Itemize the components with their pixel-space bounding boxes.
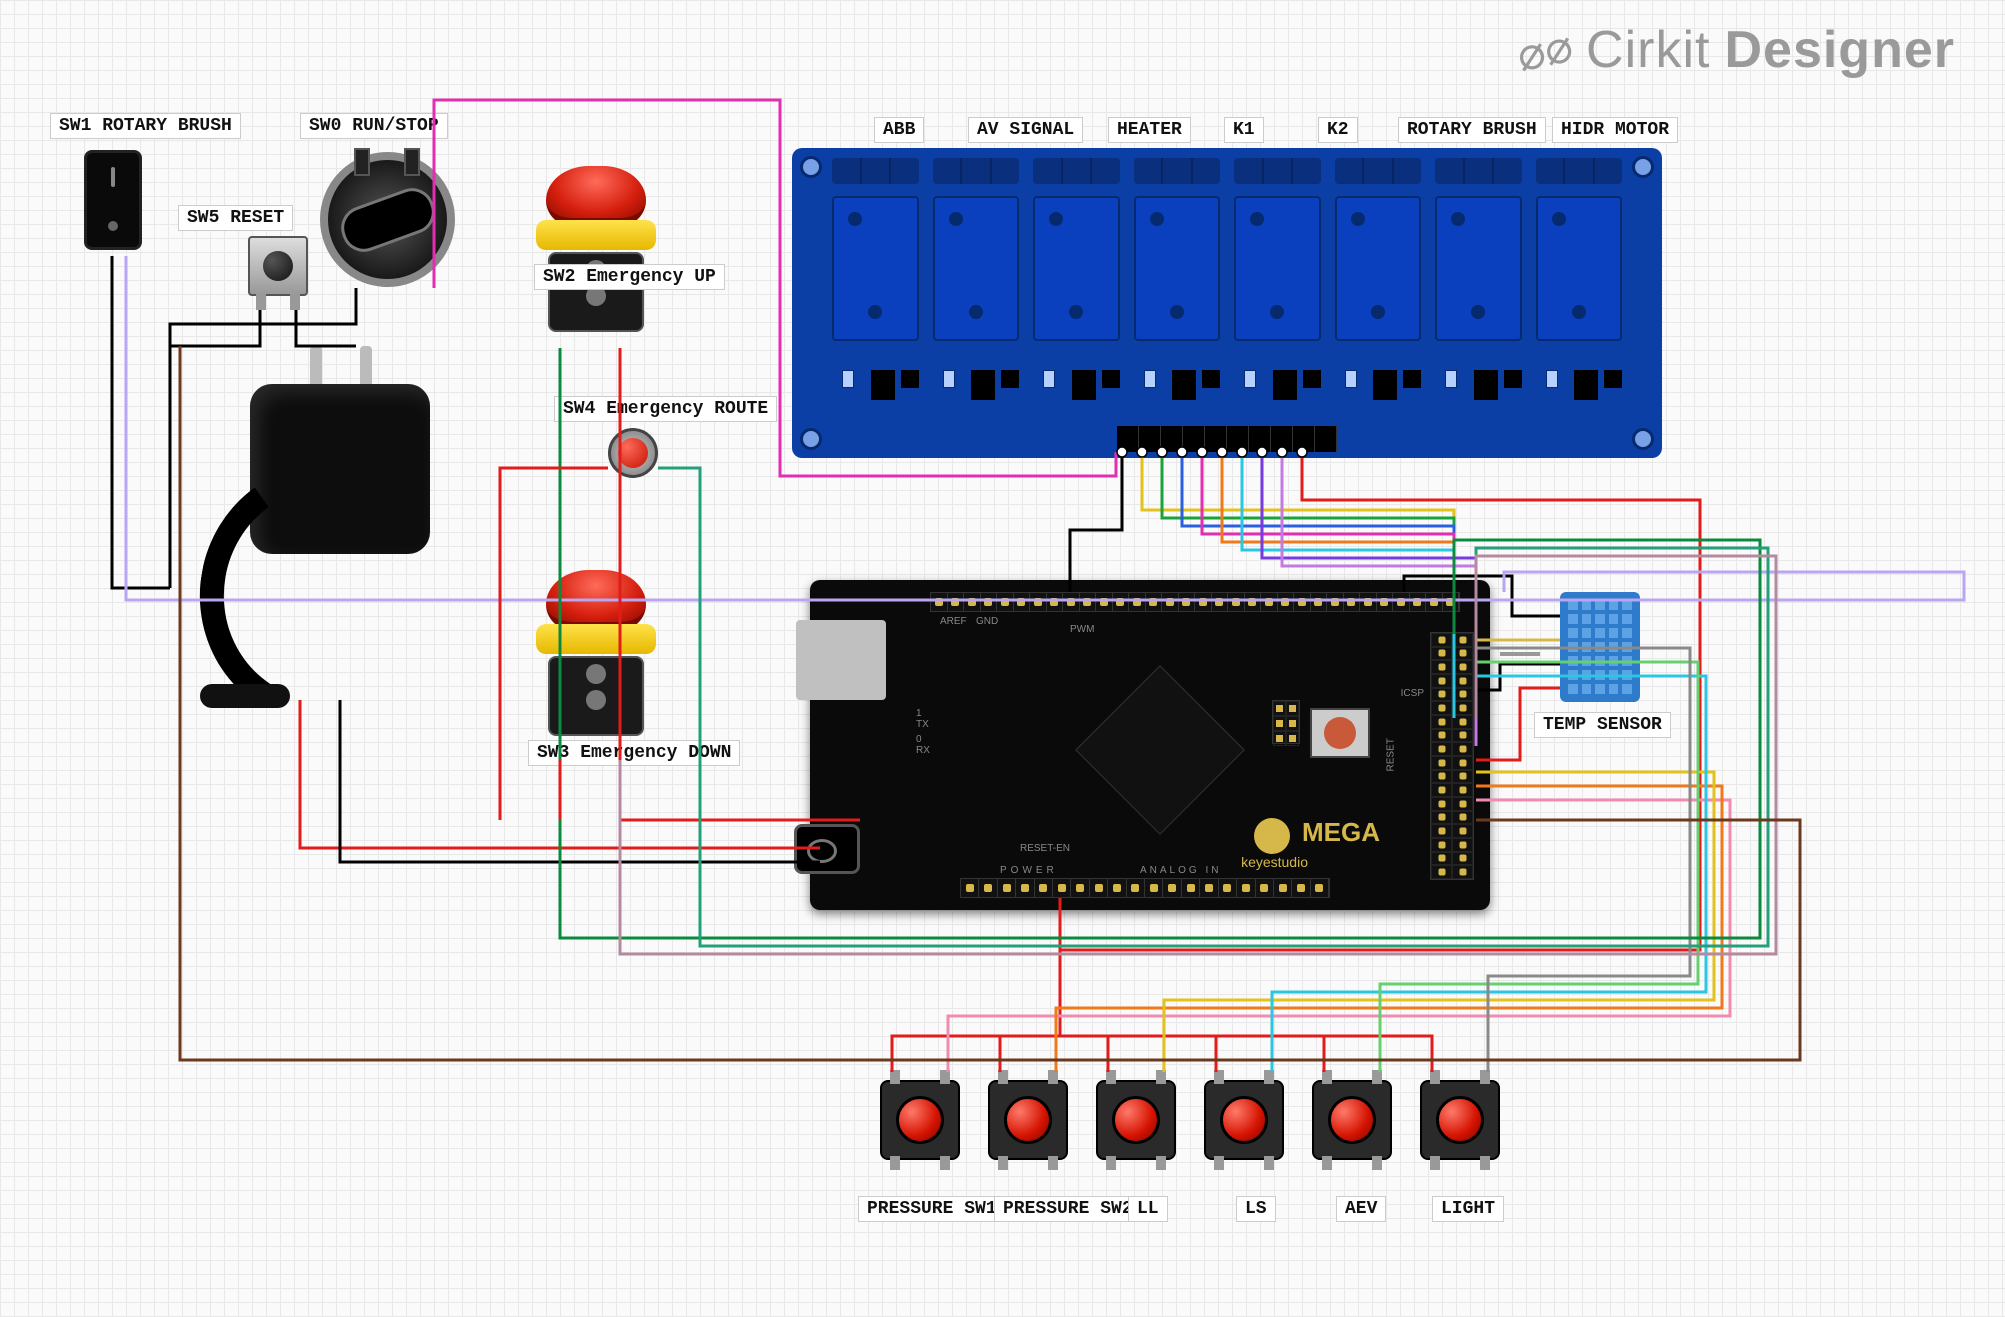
relay-module-8ch[interactable] — [792, 148, 1662, 458]
temp-sensor-dht[interactable] — [1560, 592, 1640, 702]
sw5-reset-button[interactable] — [248, 236, 308, 296]
mega-vendor: keyestudio — [1241, 854, 1308, 870]
brand-name: Cirkit — [1586, 20, 1710, 80]
btn-lbl-2: LL — [1128, 1196, 1168, 1222]
label-sw3: SW3 Emergency DOWN — [528, 740, 740, 766]
reset-button[interactable] — [1310, 708, 1370, 758]
btn-lbl-1: PRESSURE SW2 — [994, 1196, 1142, 1222]
btn-light[interactable] — [1420, 1080, 1500, 1160]
icsp-header — [1272, 700, 1300, 744]
btn-lbl-5: LIGHT — [1432, 1196, 1504, 1222]
relay-pin-header — [1117, 426, 1337, 452]
btn-lbl-4: AEV — [1336, 1196, 1386, 1222]
keyestudio-logo-icon — [1254, 818, 1290, 854]
brand-logo-icon: ⌀⌀ — [1512, 18, 1577, 82]
temp-sensor-pins — [1520, 632, 1524, 672]
header-right-2x18 — [1430, 632, 1474, 880]
power-adapter[interactable] — [210, 384, 440, 644]
relay-lbl-5: ROTARY BRUSH — [1398, 117, 1546, 143]
mega-brand-text: MEGA — [1302, 817, 1380, 848]
brand-watermark: ⌀⌀ Cirkit Designer — [1517, 20, 1955, 80]
sw2-emergency-up[interactable] — [536, 166, 656, 332]
relay-lbl-4: K2 — [1318, 117, 1358, 143]
usb-port — [796, 620, 886, 700]
circuit-canvas[interactable]: ⌀⌀ Cirkit Designer SW1 ROTARY BRUSH SW5 … — [0, 0, 2005, 1317]
relay-lbl-1: AV SIGNAL — [968, 117, 1083, 143]
btn-pressure-sw2[interactable] — [988, 1080, 1068, 1160]
header-top — [930, 592, 1460, 612]
sw0-rotary-selector[interactable] — [320, 152, 455, 287]
relay-lbl-2: HEATER — [1108, 117, 1191, 143]
sw1-rocker-switch[interactable] — [84, 150, 142, 250]
arduino-mega[interactable]: MEGA keyestudio AREF GND PWM 1TX 0RX ICS… — [810, 580, 1490, 910]
label-sw1: SW1 ROTARY BRUSH — [50, 113, 241, 139]
label-sw0: SW0 RUN/STOP — [300, 113, 448, 139]
btn-aev[interactable] — [1312, 1080, 1392, 1160]
relay-lbl-3: K1 — [1224, 117, 1264, 143]
label-sw5: SW5 RESET — [178, 205, 293, 231]
header-bottom — [960, 878, 1330, 898]
sw3-emergency-down[interactable] — [536, 570, 656, 736]
dc-barrel-jack — [794, 824, 860, 874]
sw4-emergency-route[interactable] — [608, 428, 658, 478]
mcu-chip — [1075, 665, 1245, 835]
btn-lbl-0: PRESSURE SW1 — [858, 1196, 1006, 1222]
brand-suffix: Designer — [1724, 20, 1955, 80]
label-sw2: SW2 Emergency UP — [534, 264, 725, 290]
relay-lbl-0: ABB — [874, 117, 924, 143]
btn-pressure-sw1[interactable] — [880, 1080, 960, 1160]
relay-lbl-6: HIDR MOTOR — [1552, 117, 1678, 143]
label-temp: TEMP SENSOR — [1534, 712, 1671, 738]
btn-ls[interactable] — [1204, 1080, 1284, 1160]
btn-lbl-3: LS — [1236, 1196, 1276, 1222]
label-sw4: SW4 Emergency ROUTE — [554, 396, 777, 422]
btn-ll[interactable] — [1096, 1080, 1176, 1160]
